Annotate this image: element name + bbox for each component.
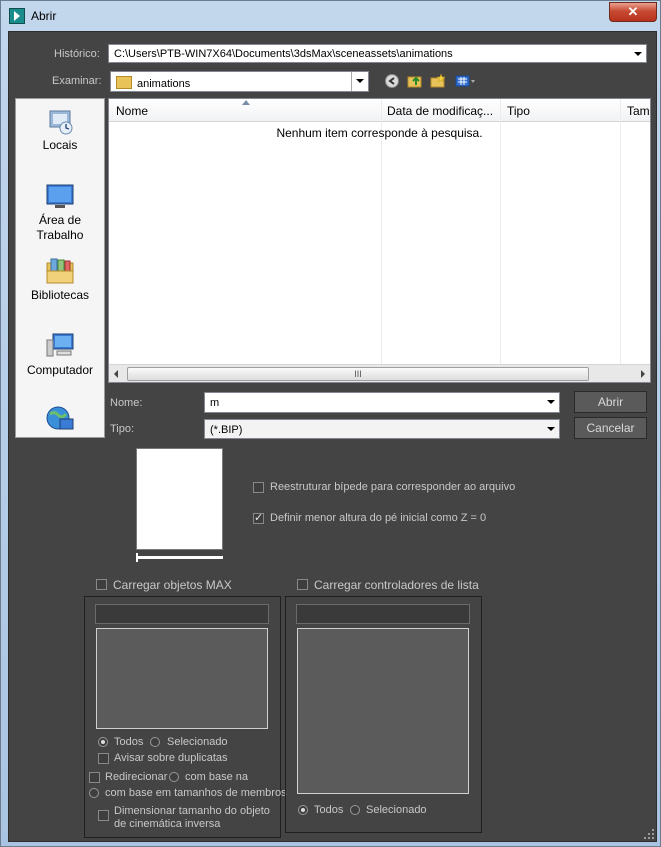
desktop-icon: [45, 182, 75, 210]
preview-box: [136, 448, 223, 550]
by-name-radio[interactable]: [169, 772, 179, 782]
place-network[interactable]: [16, 405, 104, 436]
place-label: Computador: [26, 363, 94, 377]
filetype-value: (*.BIP): [210, 424, 243, 436]
scroll-left-icon[interactable]: [114, 370, 118, 378]
column-date[interactable]: Data de modificaç...: [387, 104, 493, 118]
preview-slider[interactable]: [136, 556, 223, 559]
computer-icon: [45, 332, 75, 360]
file-list[interactable]: Nome Data de modificaç... Tipo Tam Nenhu…: [108, 98, 651, 383]
by-name-label: com base na: [185, 771, 248, 783]
restructure-checkbox[interactable]: [253, 482, 264, 493]
filename-label: Nome:: [110, 397, 143, 409]
warn-duplicates-checkbox[interactable]: [98, 753, 109, 764]
load-max-objects-checkbox[interactable]: [96, 579, 107, 590]
recent-places-icon: [45, 107, 75, 135]
by-limb-size-radio[interactable]: [89, 788, 99, 798]
min-height-checkbox[interactable]: [253, 511, 264, 524]
sort-ascending-icon: [242, 100, 250, 105]
chevron-down-icon[interactable]: [543, 393, 559, 412]
title-bar[interactable]: Abrir ✕: [1, 1, 661, 31]
cancel-button[interactable]: Cancelar: [574, 417, 647, 439]
restructure-label: Reestruturar bípede para corresponder ao…: [270, 481, 516, 493]
filetype-label: Tipo:: [110, 423, 135, 435]
column-size[interactable]: Tam: [627, 104, 650, 118]
open-button[interactable]: Abrir: [574, 391, 647, 413]
redirect-label: Redirecionar: [105, 771, 168, 783]
list-controllers-field[interactable]: [296, 604, 470, 624]
resize-ik-label-1: Dimensionar tamanho do objeto: [114, 805, 270, 817]
look-in-value: animations: [137, 78, 191, 90]
slider-handle[interactable]: [136, 553, 138, 562]
horizontal-scrollbar[interactable]: III: [109, 364, 650, 382]
dialog-window: Abrir ✕ Histórico: C:\Users\PTB-WIN7X64\…: [0, 0, 661, 847]
list-controllers-selected-radio[interactable]: [350, 805, 360, 815]
by-limb-size-label: com base em tamanhos de membros: [105, 787, 287, 799]
scroll-right-icon[interactable]: [641, 370, 645, 378]
filename-value: m: [210, 397, 220, 409]
max-objects-field[interactable]: [95, 604, 269, 624]
history-combo[interactable]: C:\Users\PTB-WIN7X64\Documents\3dsMax\sc…: [108, 44, 647, 63]
chevron-down-icon[interactable]: [630, 45, 646, 62]
resize-ik-checkbox[interactable]: [98, 810, 109, 821]
folder-icon: [116, 76, 132, 89]
redirect-checkbox[interactable]: [89, 772, 100, 783]
dialog-client: Histórico: C:\Users\PTB-WIN7X64\Document…: [8, 31, 657, 842]
up-folder-icon[interactable]: [407, 73, 423, 89]
chevron-down-icon[interactable]: [351, 72, 368, 91]
load-list-controllers-label: Carregar controladores de lista: [314, 578, 479, 592]
place-locais[interactable]: Locais: [16, 107, 104, 152]
warn-duplicates-label: Avisar sobre duplicatas: [114, 752, 228, 764]
history-label: Histórico:: [54, 48, 100, 60]
max-objects-selected-radio[interactable]: [150, 737, 160, 747]
chevron-down-icon[interactable]: [543, 420, 559, 438]
resize-grip-icon[interactable]: [644, 829, 654, 839]
list-controllers-selected-label: Selecionado: [366, 804, 427, 816]
filename-combo[interactable]: m: [204, 392, 560, 413]
load-max-objects-label: Carregar objetos MAX: [113, 578, 232, 592]
view-menu-icon[interactable]: [455, 73, 477, 89]
place-label: Bibliotecas: [30, 288, 90, 302]
place-libraries[interactable]: Bibliotecas: [16, 257, 104, 302]
app-icon: [9, 8, 25, 24]
look-in-label: Examinar:: [52, 75, 102, 87]
load-list-controllers-checkbox[interactable]: [297, 579, 308, 590]
place-label: Locais: [42, 138, 78, 152]
new-folder-icon[interactable]: [430, 73, 446, 89]
libraries-icon: [45, 257, 75, 285]
look-in-combo[interactable]: animations: [110, 71, 369, 92]
max-objects-all-label: Todos: [114, 736, 144, 748]
back-icon[interactable]: [384, 73, 400, 89]
place-desktop[interactable]: Área de Trabalho: [16, 182, 104, 243]
resize-ik-label-2: de cinemática inversa: [114, 818, 221, 830]
list-controllers-all-label: Todos: [314, 804, 344, 816]
max-objects-all-radio[interactable]: [98, 737, 108, 747]
network-icon: [45, 405, 75, 433]
place-computer[interactable]: Computador: [16, 332, 104, 377]
empty-message: Nenhum item corresponde à pesquisa.: [276, 126, 483, 140]
column-type[interactable]: Tipo: [507, 104, 530, 118]
window-title: Abrir: [31, 9, 57, 23]
list-controllers-list[interactable]: [297, 628, 469, 794]
column-name[interactable]: Nome: [116, 104, 148, 118]
list-controllers-all-radio[interactable]: [298, 805, 308, 815]
place-label: Área de Trabalho: [36, 213, 84, 242]
file-list-header: Nome Data de modificaç... Tipo Tam: [109, 99, 650, 122]
max-objects-list[interactable]: [96, 628, 268, 729]
min-height-label: Definir menor altura do pé inicial como …: [270, 512, 487, 524]
filetype-select[interactable]: (*.BIP): [204, 419, 560, 439]
places-bar: Locais Área de Trabalho Bibliotecas Comp…: [15, 98, 105, 438]
close-button[interactable]: ✕: [609, 2, 657, 22]
scroll-thumb[interactable]: III: [127, 367, 589, 381]
max-objects-selected-label: Selecionado: [167, 736, 228, 748]
history-value: C:\Users\PTB-WIN7X64\Documents\3dsMax\sc…: [114, 48, 453, 60]
